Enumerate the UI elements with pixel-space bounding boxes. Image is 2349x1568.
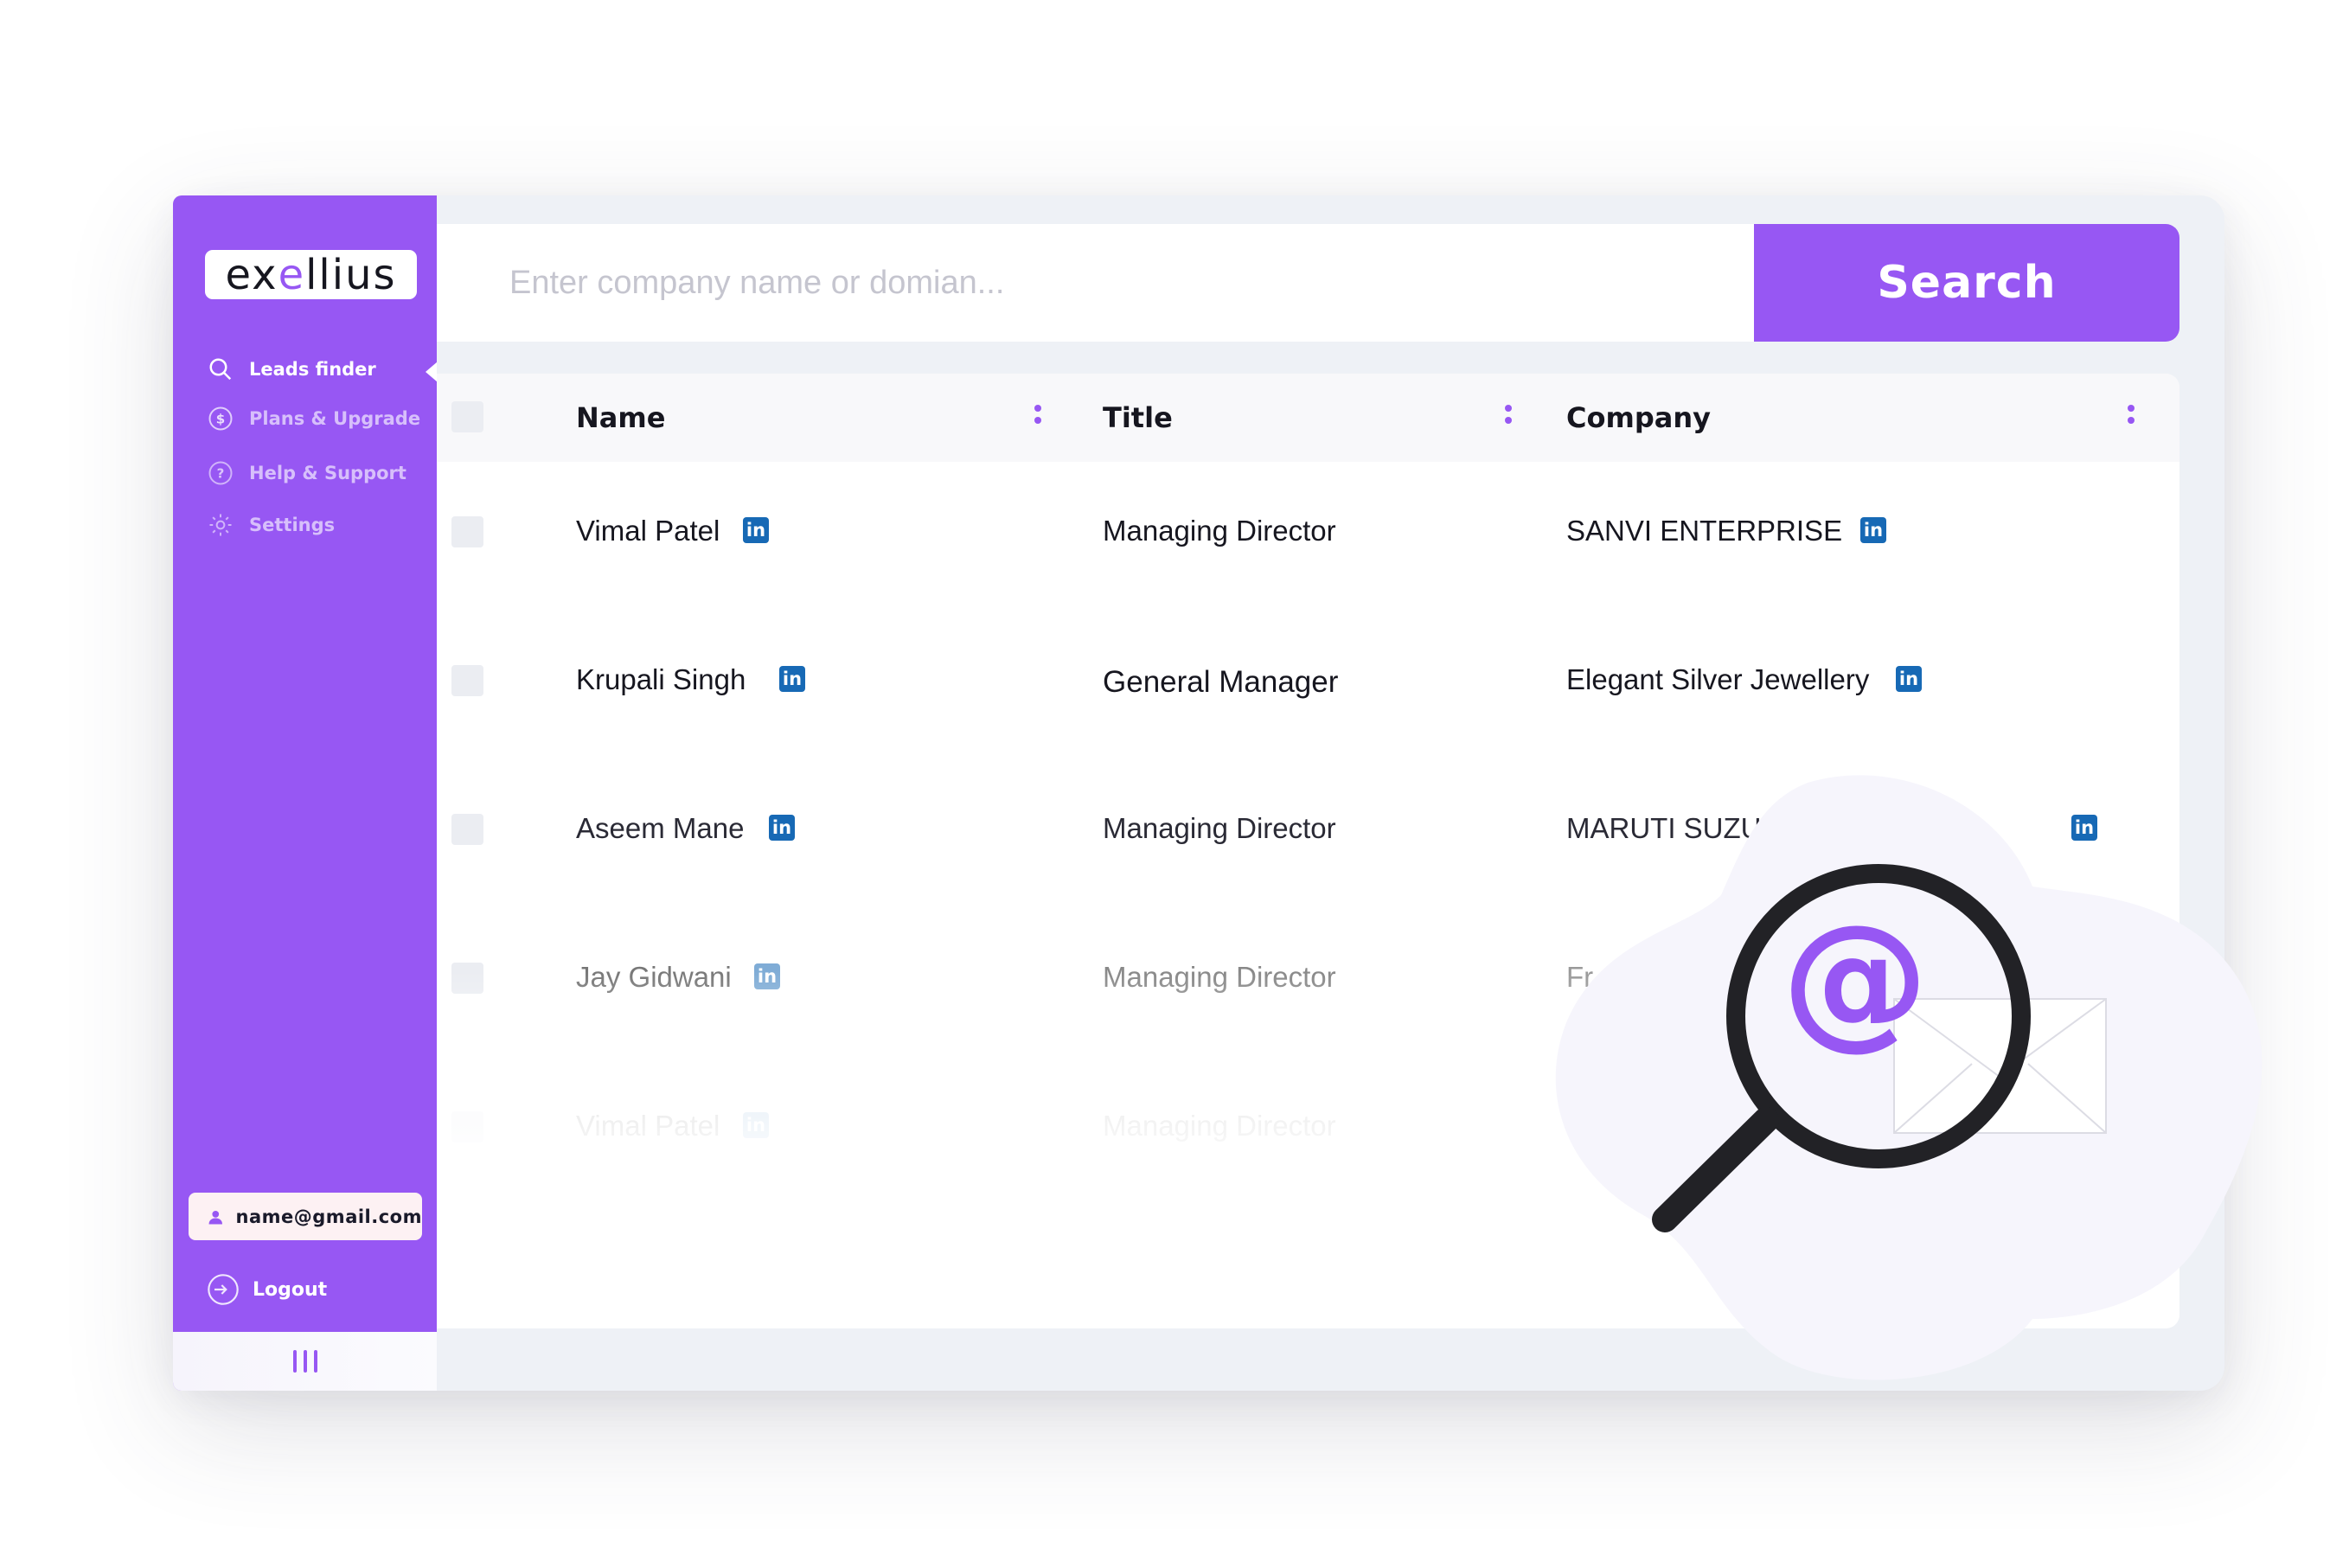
linkedin-icon[interactable]: in: [743, 517, 769, 543]
column-menu-icon[interactable]: [2128, 405, 2135, 424]
sidebar-item-help-support[interactable]: ? Help & Support: [208, 460, 406, 486]
sidebar-collapse-toggle[interactable]: [173, 1332, 437, 1391]
at-sign-icon: @: [1782, 893, 1929, 1065]
row-checkbox[interactable]: [451, 516, 483, 547]
column-menu-icon[interactable]: [1034, 405, 1041, 424]
linkedin-icon[interactable]: in: [754, 963, 780, 989]
linkedin-icon[interactable]: in: [1896, 666, 1922, 692]
lead-title: Managing Director: [1103, 961, 1336, 993]
lead-title: Managing Director: [1103, 1110, 1336, 1142]
logout-icon: [208, 1274, 239, 1305]
user-icon: [208, 1210, 222, 1224]
column-header-company: Company: [1566, 401, 1711, 434]
lead-title: Managing Director: [1103, 812, 1336, 844]
sidebar-item-settings[interactable]: Settings: [208, 512, 335, 538]
user-email: name@gmail.com: [235, 1206, 422, 1227]
table-row[interactable]: Krupali Singh in General Manager Elegant…: [437, 611, 2179, 759]
sidebar: ex e llius Leads finder $ Plans & Upgrade …: [173, 195, 437, 1391]
lead-name: Jay Gidwani: [576, 961, 732, 993]
select-all-checkbox[interactable]: [451, 401, 483, 432]
lead-name: Krupali Singh: [576, 663, 746, 695]
linkedin-icon[interactable]: in: [743, 1112, 769, 1138]
linkedin-icon[interactable]: in: [769, 815, 795, 841]
lead-company: Elegant Silver Jewellery: [1566, 663, 1870, 695]
row-checkbox[interactable]: [451, 665, 483, 696]
row-checkbox[interactable]: [451, 963, 483, 994]
lead-name: Vimal Patel: [576, 1110, 720, 1142]
lead-company: SANVI ENTERPRISE: [1566, 515, 1843, 547]
dollar-icon: $: [208, 406, 233, 431]
menu-bars-icon: [292, 1350, 317, 1373]
help-icon: ?: [208, 461, 233, 485]
search-button[interactable]: Search: [1754, 224, 2179, 342]
sidebar-item-plans-upgrade[interactable]: $ Plans & Upgrade: [208, 406, 420, 432]
logout-button[interactable]: Logout: [206, 1272, 327, 1307]
active-indicator: [426, 362, 437, 382]
lead-name: Vimal Patel: [576, 515, 720, 547]
column-menu-icon[interactable]: [1505, 405, 1512, 424]
user-account-chip[interactable]: name@gmail.com: [189, 1193, 422, 1240]
svg-text:?: ?: [217, 466, 225, 482]
table-header: Name Title Company: [437, 374, 2179, 462]
lead-title: Managing Director: [1103, 515, 1336, 547]
sidebar-item-leads-finder[interactable]: Leads finder: [208, 356, 376, 382]
row-checkbox[interactable]: [451, 1111, 483, 1142]
company-search-input[interactable]: [437, 224, 1754, 342]
gear-icon: [209, 514, 232, 536]
lead-title: General Manager: [1103, 665, 1339, 699]
linkedin-icon[interactable]: in: [779, 666, 805, 692]
svg-text:$: $: [216, 412, 225, 427]
row-checkbox[interactable]: [451, 814, 483, 845]
search-icon: [209, 358, 232, 381]
column-header-name: Name: [576, 401, 666, 434]
column-header-title: Title: [1103, 401, 1173, 434]
email-search-illustration: @: [1555, 775, 2263, 1380]
brand-logo: ex e llius: [205, 250, 417, 299]
linkedin-icon[interactable]: in: [1860, 517, 1886, 543]
table-row[interactable]: Vimal Patel in Managing Director SANVI E…: [437, 462, 2179, 611]
lead-name: Aseem Mane: [576, 812, 745, 844]
